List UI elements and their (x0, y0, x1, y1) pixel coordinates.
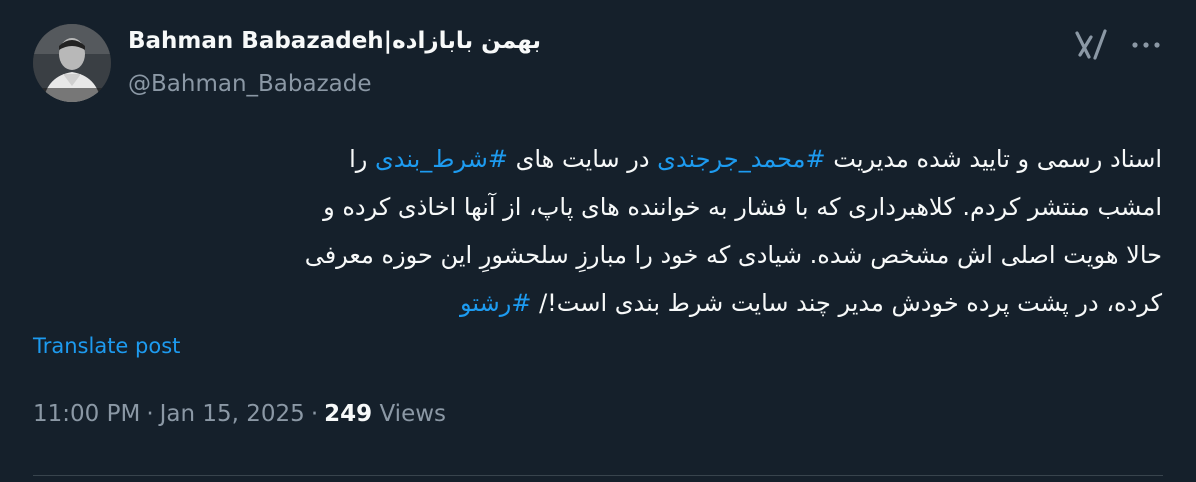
tweet-text-segment: در سایت های (507, 145, 658, 173)
tweet-text-segment: امشب منتشر کردم. کلاهبرداری که با فشار ب… (323, 193, 1162, 221)
profile-photo-icon (33, 24, 111, 102)
translate-post-link[interactable]: Translate post (33, 334, 180, 358)
tweet-text-segment: حالا هویت اصلی اش مشخص شده. شیادی که خود… (304, 241, 1162, 269)
hashtag-link[interactable]: #محمد_جرجندی (657, 145, 825, 173)
author-display-name[interactable]: Bahman Babazadeh|بهمن بابازاده (128, 28, 541, 54)
tweet-text-segment: اسناد رسمی و تایید شده مدیریت (825, 145, 1162, 173)
hashtag-link[interactable]: #رشتو (460, 289, 531, 317)
tweet-line: امشب منتشر کردم. کلاهبرداری که با فشار ب… (32, 183, 1162, 231)
tweet-text-segment: را (349, 145, 375, 173)
tweet-date[interactable]: Jan 15, 2025 (160, 401, 305, 427)
avatar[interactable] (33, 24, 111, 102)
meta-separator: · (146, 401, 154, 427)
tweet-card: Bahman Babazadeh|بهمن بابازاده @Bahman_B… (0, 0, 1196, 482)
views-count: 249 (324, 401, 373, 427)
meta-separator: · (310, 401, 319, 427)
hashtag-link[interactable]: #شرط_بندی (375, 145, 508, 173)
author-handle[interactable]: @Bahman_Babazade (128, 71, 372, 97)
views-link[interactable]: 249 Views (324, 401, 446, 427)
tweet-line: اسناد رسمی و تایید شده مدیریت #محمد_جرجن… (32, 135, 1162, 183)
tweet-line: کرده، در پشت پرده خودش مدیر چند سایت شرط… (32, 279, 1162, 327)
tweet-text: اسناد رسمی و تایید شده مدیریت #محمد_جرجن… (32, 135, 1162, 327)
divider (33, 475, 1163, 476)
tweet-time[interactable]: 11:00 PM (33, 401, 140, 427)
tweet-metadata: 11:00 PM · Jan 15, 2025 · 249 Views (33, 401, 446, 427)
tweet-text-segment: کرده، در پشت پرده خودش مدیر چند سایت شرط… (531, 289, 1162, 317)
more-options-icon[interactable] (1128, 34, 1164, 56)
views-label: Views (379, 401, 447, 427)
grok-icon[interactable] (1074, 28, 1108, 62)
tweet-line: حالا هویت اصلی اش مشخص شده. شیادی که خود… (32, 231, 1162, 279)
